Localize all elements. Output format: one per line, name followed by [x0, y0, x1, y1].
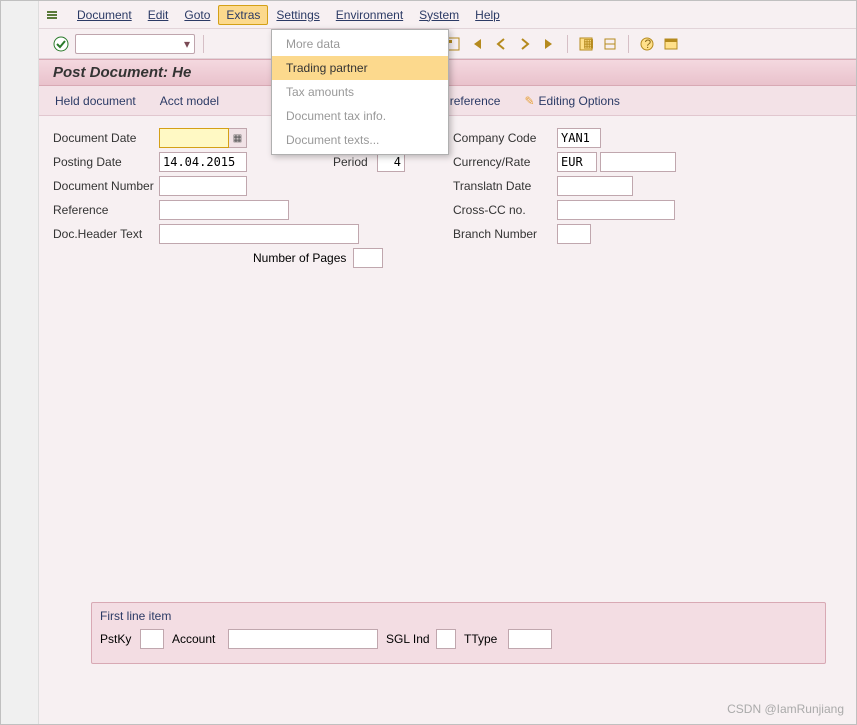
dd-tax-amounts[interactable]: Tax amounts [272, 80, 448, 104]
acct-model-button[interactable]: Acct model [154, 91, 225, 111]
dd-trading-partner[interactable]: Trading partner [272, 56, 448, 80]
editing-options-button[interactable]: ✎Editing Options [518, 91, 625, 111]
label-account: Account [172, 632, 228, 646]
account-field[interactable] [228, 629, 378, 649]
number-of-pages-field[interactable] [353, 248, 383, 268]
ok-check-icon[interactable] [51, 34, 71, 54]
label-currency-rate: Currency/Rate [453, 155, 557, 169]
watermark: CSDN @IamRunjiang [727, 702, 844, 716]
prev-page-icon[interactable] [491, 34, 511, 54]
toolbar-separator [567, 35, 568, 53]
first-line-item-title: First line item [100, 609, 817, 623]
label-doc-header-text: Doc.Header Text [53, 227, 159, 241]
date-picker-icon[interactable]: ▦ [229, 128, 247, 148]
posting-date-field[interactable] [159, 152, 247, 172]
period-field[interactable] [377, 152, 405, 172]
app-menu-icon[interactable] [45, 8, 59, 22]
cross-cc-field[interactable] [557, 200, 675, 220]
document-date-field[interactable] [159, 128, 229, 148]
pstky-field[interactable] [140, 629, 164, 649]
next-page-icon[interactable] [515, 34, 535, 54]
label-ttype: TType [464, 632, 508, 646]
label-posting-date: Posting Date [53, 155, 159, 169]
menu-document[interactable]: Document [69, 5, 140, 25]
translatn-date-field[interactable] [557, 176, 633, 196]
held-document-button[interactable]: Held document [49, 91, 142, 111]
label-period: Period [333, 155, 377, 169]
doc-header-text-field[interactable] [159, 224, 359, 244]
dd-doc-tax-info[interactable]: Document tax info. [272, 104, 448, 128]
svg-text:?: ? [645, 37, 652, 51]
dd-doc-texts[interactable]: Document texts... [272, 128, 448, 152]
label-sgl-ind: SGL Ind [386, 632, 436, 646]
ttype-field[interactable] [508, 629, 552, 649]
menu-settings[interactable]: Settings [268, 5, 327, 25]
label-translatn-date: Translatn Date [453, 179, 557, 193]
label-company-code: Company Code [453, 131, 557, 145]
layout-icon[interactable] [661, 34, 681, 54]
menu-edit[interactable]: Edit [140, 5, 177, 25]
pencil-icon: ✎ [524, 94, 534, 108]
menu-help[interactable]: Help [467, 5, 508, 25]
svg-text:▦: ▦ [583, 37, 593, 50]
label-document-number: Document Number [53, 179, 159, 193]
create-session-icon[interactable]: ▦ [576, 34, 596, 54]
currency-field[interactable] [557, 152, 597, 172]
help-icon[interactable]: ? [637, 34, 657, 54]
command-field[interactable]: ▾ [75, 34, 195, 54]
label-document-date: Document Date [53, 131, 159, 145]
document-number-field[interactable] [159, 176, 247, 196]
dd-more-data[interactable]: More data [272, 32, 448, 56]
rate-field[interactable] [600, 152, 676, 172]
first-line-item-block: First line item PstKy Account SGL Ind TT… [91, 602, 826, 664]
toolbar-separator [203, 35, 204, 53]
last-page-icon[interactable] [539, 34, 559, 54]
label-pstky: PstKy [100, 632, 140, 646]
label-reference: Reference [53, 203, 159, 217]
menu-system[interactable]: System [411, 5, 467, 25]
first-page-icon[interactable] [467, 34, 487, 54]
inactive-left-strip [1, 1, 39, 724]
label-cross-cc: Cross-CC no. [453, 203, 557, 217]
company-code-field[interactable] [557, 128, 601, 148]
branch-number-field[interactable] [557, 224, 591, 244]
toolbar-separator [628, 35, 629, 53]
menu-extras[interactable]: Extras [218, 5, 268, 25]
reference-field[interactable] [159, 200, 289, 220]
extras-dropdown: More data Trading partner Tax amounts Do… [271, 29, 449, 155]
menu-bar: Document Edit Goto Extras Settings Envir… [39, 1, 856, 29]
sgl-ind-field[interactable] [436, 629, 456, 649]
shortcut-icon[interactable] [600, 34, 620, 54]
label-number-of-pages: Number of Pages [253, 251, 353, 265]
menu-goto[interactable]: Goto [176, 5, 218, 25]
menu-environment[interactable]: Environment [328, 5, 411, 25]
label-branch-number: Branch Number [453, 227, 557, 241]
